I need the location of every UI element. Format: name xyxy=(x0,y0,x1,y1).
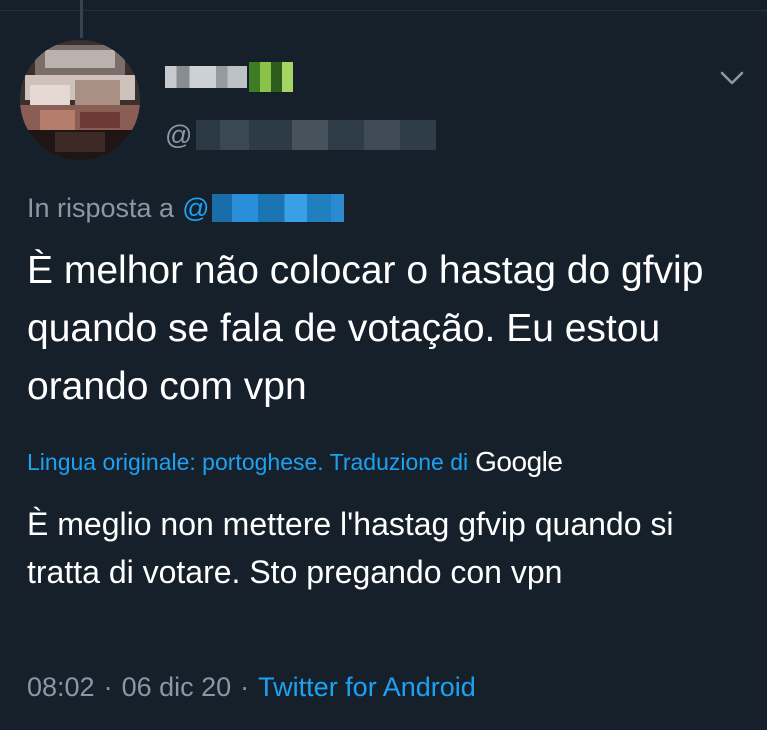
meta-separator: · xyxy=(103,671,113,702)
reply-context: In risposta a @ xyxy=(27,190,344,226)
avatar[interactable] xyxy=(20,40,140,160)
translation-label-link[interactable]: Lingua originale: portoghese. Traduzione… xyxy=(27,449,468,476)
display-name[interactable] xyxy=(165,60,293,94)
tweet-meta: 08:02 · 06 dic 20 · Twitter for Android xyxy=(27,668,476,706)
tweet-text: È melhor não colocar o hastag do gfvip q… xyxy=(27,249,704,408)
google-logo: Google xyxy=(475,446,563,477)
divider xyxy=(0,10,767,11)
tweet-card[interactable]: @ In risposta a @ È melhor não colocar o… xyxy=(0,0,767,730)
chevron-down-icon[interactable] xyxy=(718,64,746,92)
translation-attribution: Lingua originale: portoghese. Traduzione… xyxy=(27,444,563,480)
reply-mention-blurred[interactable] xyxy=(211,194,344,222)
handle-at-sign: @ xyxy=(165,120,193,150)
tweet-source-link[interactable]: Twitter for Android xyxy=(258,672,476,703)
reply-label: In risposta a xyxy=(27,192,175,223)
translated-text: È meglio non mettere l'hastag gfvip quan… xyxy=(27,506,674,590)
tweet-date[interactable]: 06 dic 20 xyxy=(122,672,232,703)
meta-separator: · xyxy=(240,671,250,702)
handle-blurred xyxy=(196,120,437,150)
user-handle[interactable]: @ xyxy=(165,118,437,152)
display-name-blurred xyxy=(165,66,247,88)
name-emoji-blurred xyxy=(249,62,293,92)
reply-mention-link[interactable]: @ xyxy=(182,193,209,224)
thread-connector-line xyxy=(80,0,83,38)
tweet-time[interactable]: 08:02 xyxy=(27,672,95,703)
